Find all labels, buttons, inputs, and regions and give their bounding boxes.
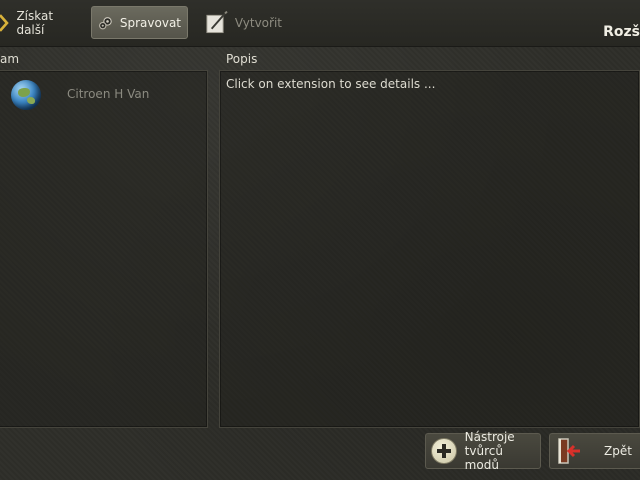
tab-label: Spravovat [119, 15, 181, 30]
back-label: Zpět [604, 444, 632, 458]
tab-get-more[interactable]: Získat další [0, 6, 82, 39]
globe-icon [11, 80, 41, 110]
page-title: Rozš [603, 24, 640, 40]
plus-circle-icon [431, 438, 457, 464]
exit-door-icon [558, 438, 580, 464]
tab-create[interactable]: Vytvořit [198, 6, 288, 39]
mod-tools-line1: Nástroje [464, 430, 515, 444]
mod-tools-button[interactable]: Nástroje tvůrců modů [425, 430, 541, 472]
tab-label: Vytvořit [234, 15, 282, 30]
tab-manage[interactable]: Spravovat [91, 6, 188, 39]
top-toolbar: Získat další Spravovat Vytvořit Rozš [0, 0, 640, 47]
list-item[interactable]: Citroen H Van [0, 79, 204, 110]
tab-label: Získat další [16, 8, 54, 37]
chevron-arrow-icon [0, 13, 9, 32]
pen-paper-icon [206, 10, 228, 33]
back-button[interactable]: Zpět [549, 433, 640, 469]
list-header: am [0, 52, 20, 66]
gears-icon [99, 16, 112, 29]
description-text: Click on extension to see details ... [226, 77, 436, 91]
description-header: Popis [226, 52, 258, 66]
list-item-label: Citroen H Van [67, 87, 150, 101]
description-panel: Click on extension to see details ... [219, 70, 640, 428]
mod-tools-line2: tvůrců modů [464, 444, 503, 472]
extension-list-panel: Citroen H Van [0, 70, 208, 428]
